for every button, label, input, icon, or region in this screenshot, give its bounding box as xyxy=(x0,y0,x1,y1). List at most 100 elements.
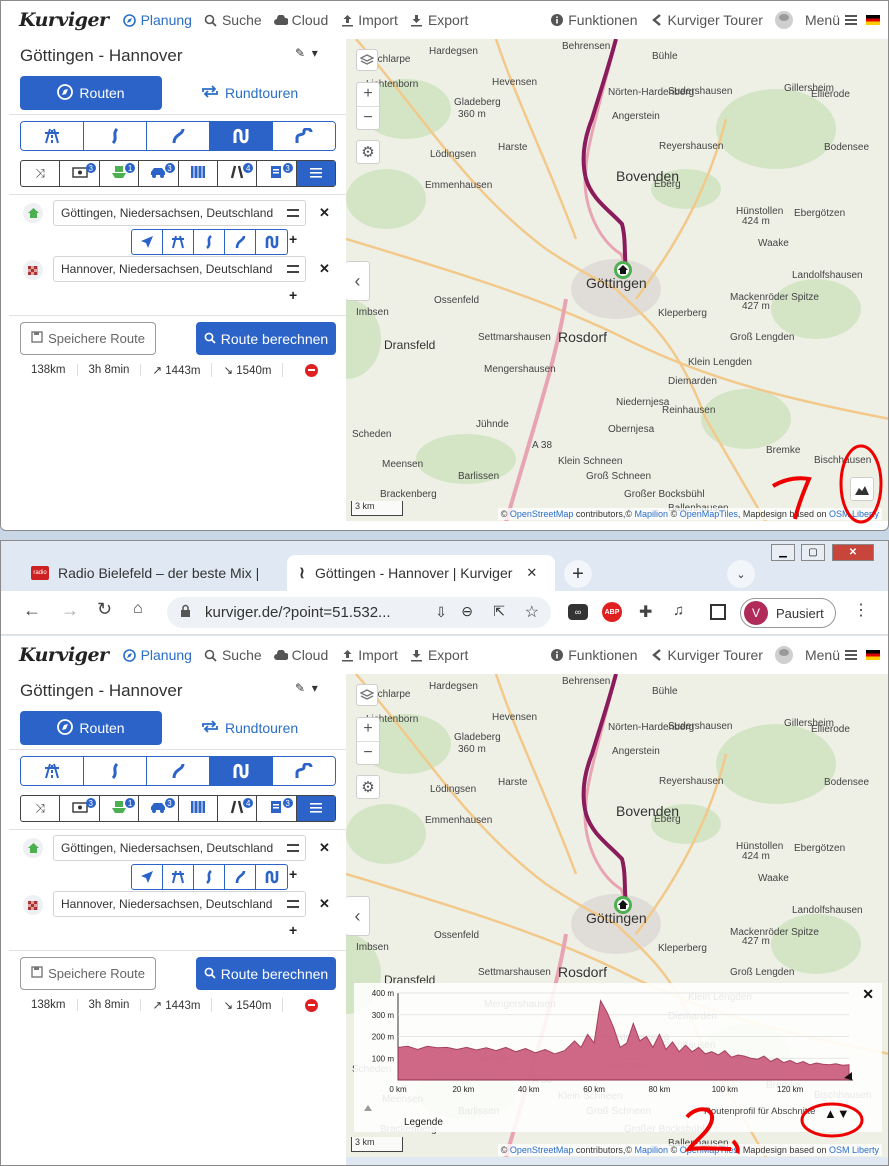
caret-down-icon[interactable]: ▾ xyxy=(312,681,318,695)
layers-button[interactable] xyxy=(356,684,378,706)
map-place-label[interactable]: Imbsen xyxy=(356,942,389,953)
map-place-label[interactable]: Lödingsen xyxy=(430,784,476,795)
playlist-icon[interactable]: ♫ xyxy=(673,602,684,619)
pencil-icon[interactable]: ✎ xyxy=(295,681,305,695)
close-tab-icon[interactable]: ✕ xyxy=(526,565,537,581)
tab-routen[interactable]: Routen xyxy=(20,76,162,110)
toll-option[interactable]: 3 xyxy=(60,796,100,821)
add-via-button[interactable]: + xyxy=(289,231,297,247)
home-icon[interactable]: ⌂ xyxy=(133,600,143,618)
close-window-button[interactable]: ✕ xyxy=(832,544,874,561)
map-place-label[interactable]: Ellierode xyxy=(811,89,850,100)
remove-end-button[interactable]: ✕ xyxy=(319,261,330,277)
nav-funktionen[interactable]: Funktionen xyxy=(550,647,638,663)
kebab-menu-icon[interactable]: ⋮ xyxy=(853,600,869,620)
map-place-label[interactable]: Hevensen xyxy=(492,712,537,723)
map-place-label[interactable]: 424 m xyxy=(742,216,770,227)
map-place-label[interactable]: Hardegsen xyxy=(429,681,478,692)
via-motorway-button[interactable] xyxy=(163,230,194,254)
profile-extreme-button[interactable] xyxy=(273,122,335,150)
map-place-label[interactable]: Eberg xyxy=(654,814,681,825)
map-place-label[interactable]: Gladeberg xyxy=(454,732,501,743)
tunnel-option[interactable] xyxy=(179,796,218,821)
shuffle-option[interactable]: ⤨ xyxy=(21,161,61,186)
map-place-label[interactable]: Barlissen xyxy=(458,471,499,482)
map-place-label[interactable]: 427 m xyxy=(742,301,770,312)
map-place-label[interactable]: Bühle xyxy=(652,51,678,62)
delete-route-icon[interactable] xyxy=(305,363,319,377)
remove-start-button[interactable]: ✕ xyxy=(319,840,330,856)
start-location-input[interactable]: Göttingen, Niedersachsen, Deutschland xyxy=(53,200,306,226)
mapilion-link[interactable]: Mapilion xyxy=(635,1145,669,1155)
map-place-label[interactable]: Ossenfeld xyxy=(434,295,479,306)
layers-button[interactable] xyxy=(356,49,378,71)
collapse-sidebar-button[interactable]: ‹ xyxy=(346,261,370,301)
map-place-label[interactable]: A 38 xyxy=(532,440,552,451)
map-place-label[interactable]: Nörten-Hardenberg xyxy=(608,87,694,98)
map-place-label[interactable]: Waake xyxy=(758,873,789,884)
nav-funktionen[interactable]: Funktionen xyxy=(550,12,638,28)
profile-curvy-button[interactable] xyxy=(84,757,147,785)
share-icon[interactable]: ⇱ xyxy=(493,603,505,620)
nav-tourer[interactable]: Kurviger Tourer xyxy=(650,12,763,28)
pencil-icon[interactable]: ✎ xyxy=(295,46,305,60)
profile-curviest-button[interactable] xyxy=(210,757,273,785)
map-place-label[interactable]: 360 m xyxy=(458,744,486,755)
nav-export[interactable]: Export xyxy=(410,12,468,28)
drag-handle-icon[interactable] xyxy=(287,844,299,852)
map-place-label[interactable]: Settmarshausen xyxy=(478,332,551,343)
route-title[interactable]: Göttingen - Hannover xyxy=(20,681,183,701)
caret-down-icon[interactable]: ▾ xyxy=(312,46,318,60)
nav-export[interactable]: Export xyxy=(410,647,468,663)
remove-start-button[interactable]: ✕ xyxy=(319,205,330,221)
map-place-label[interactable]: Jühnde xyxy=(476,419,509,430)
map-place-label[interactable]: Landolfshausen xyxy=(792,270,863,281)
map-place-label[interactable]: Emmenhausen xyxy=(425,180,492,191)
map-place-label[interactable]: Brackenberg xyxy=(380,489,437,500)
zoom-out-button[interactable]: − xyxy=(357,105,379,129)
delete-route-icon[interactable] xyxy=(305,998,319,1012)
map-place-label[interactable]: Klein Lengden xyxy=(688,357,752,368)
via-curve2-button[interactable] xyxy=(225,230,256,254)
toll-option[interactable]: 3 xyxy=(60,161,100,186)
add-waypoint-button[interactable]: + xyxy=(289,922,297,938)
nav-suche[interactable]: Suche xyxy=(204,12,262,28)
tunnel-option[interactable] xyxy=(179,161,218,186)
zoom-out-button[interactable]: − xyxy=(357,740,379,764)
calculate-route-button[interactable]: Route berechnen xyxy=(196,322,336,355)
country-option[interactable]: 3 xyxy=(257,161,297,186)
map-place-label[interactable]: Lödingsen xyxy=(430,149,476,160)
profile-curvy-button[interactable] xyxy=(84,122,147,150)
via-curve1-button[interactable] xyxy=(194,865,225,889)
osm-link[interactable]: OpenStreetMap xyxy=(510,1145,574,1155)
map-place-label[interactable]: Klein Schneen xyxy=(558,456,623,467)
tab-radio-bielefeld[interactable]: radio Radio Bielefeld – der beste Mix | xyxy=(19,555,287,591)
via-curve1-button[interactable] xyxy=(194,230,225,254)
map-place-label[interactable]: Dransfeld xyxy=(384,338,435,352)
nav-tourer[interactable]: Kurviger Tourer xyxy=(650,647,763,663)
forward-arrow-icon[interactable]: → xyxy=(61,600,79,621)
map-place-label[interactable]: Reyershausen xyxy=(659,141,723,152)
elevation-legend[interactable]: Legende xyxy=(404,1117,443,1128)
map-place-label[interactable]: Gladeberg xyxy=(454,97,501,108)
map-place-label[interactable]: Bühle xyxy=(652,686,678,697)
osm-link[interactable]: OpenStreetMap xyxy=(510,509,574,519)
save-route-button[interactable]: Speichere Route xyxy=(20,322,156,355)
car-option[interactable]: 3 xyxy=(139,796,179,821)
map-place-label[interactable]: Göttingen xyxy=(586,275,647,291)
side-panel-icon[interactable] xyxy=(710,604,726,620)
map-place-label[interactable]: Obernjesa xyxy=(608,424,654,435)
add-via-button[interactable]: + xyxy=(289,866,297,882)
nav-planung[interactable]: Planung xyxy=(123,647,192,663)
map-place-label[interactable]: Ebergötzen xyxy=(794,208,845,219)
map-place-label[interactable]: 360 m xyxy=(458,109,486,120)
settings-sliders-option[interactable] xyxy=(296,796,335,821)
map-place-label[interactable]: Angerstein xyxy=(612,746,660,757)
nav-cloud[interactable]: Cloud xyxy=(273,647,328,663)
nav-import[interactable]: Import xyxy=(340,12,398,28)
zoom-icon[interactable]: ⊖ xyxy=(461,603,473,620)
route-title[interactable]: Göttingen - Hannover xyxy=(20,46,183,66)
map-settings-button[interactable]: ⚙ xyxy=(356,775,380,799)
remove-end-button[interactable]: ✕ xyxy=(319,896,330,912)
map-place-label[interactable]: Ossenfeld xyxy=(434,930,479,941)
